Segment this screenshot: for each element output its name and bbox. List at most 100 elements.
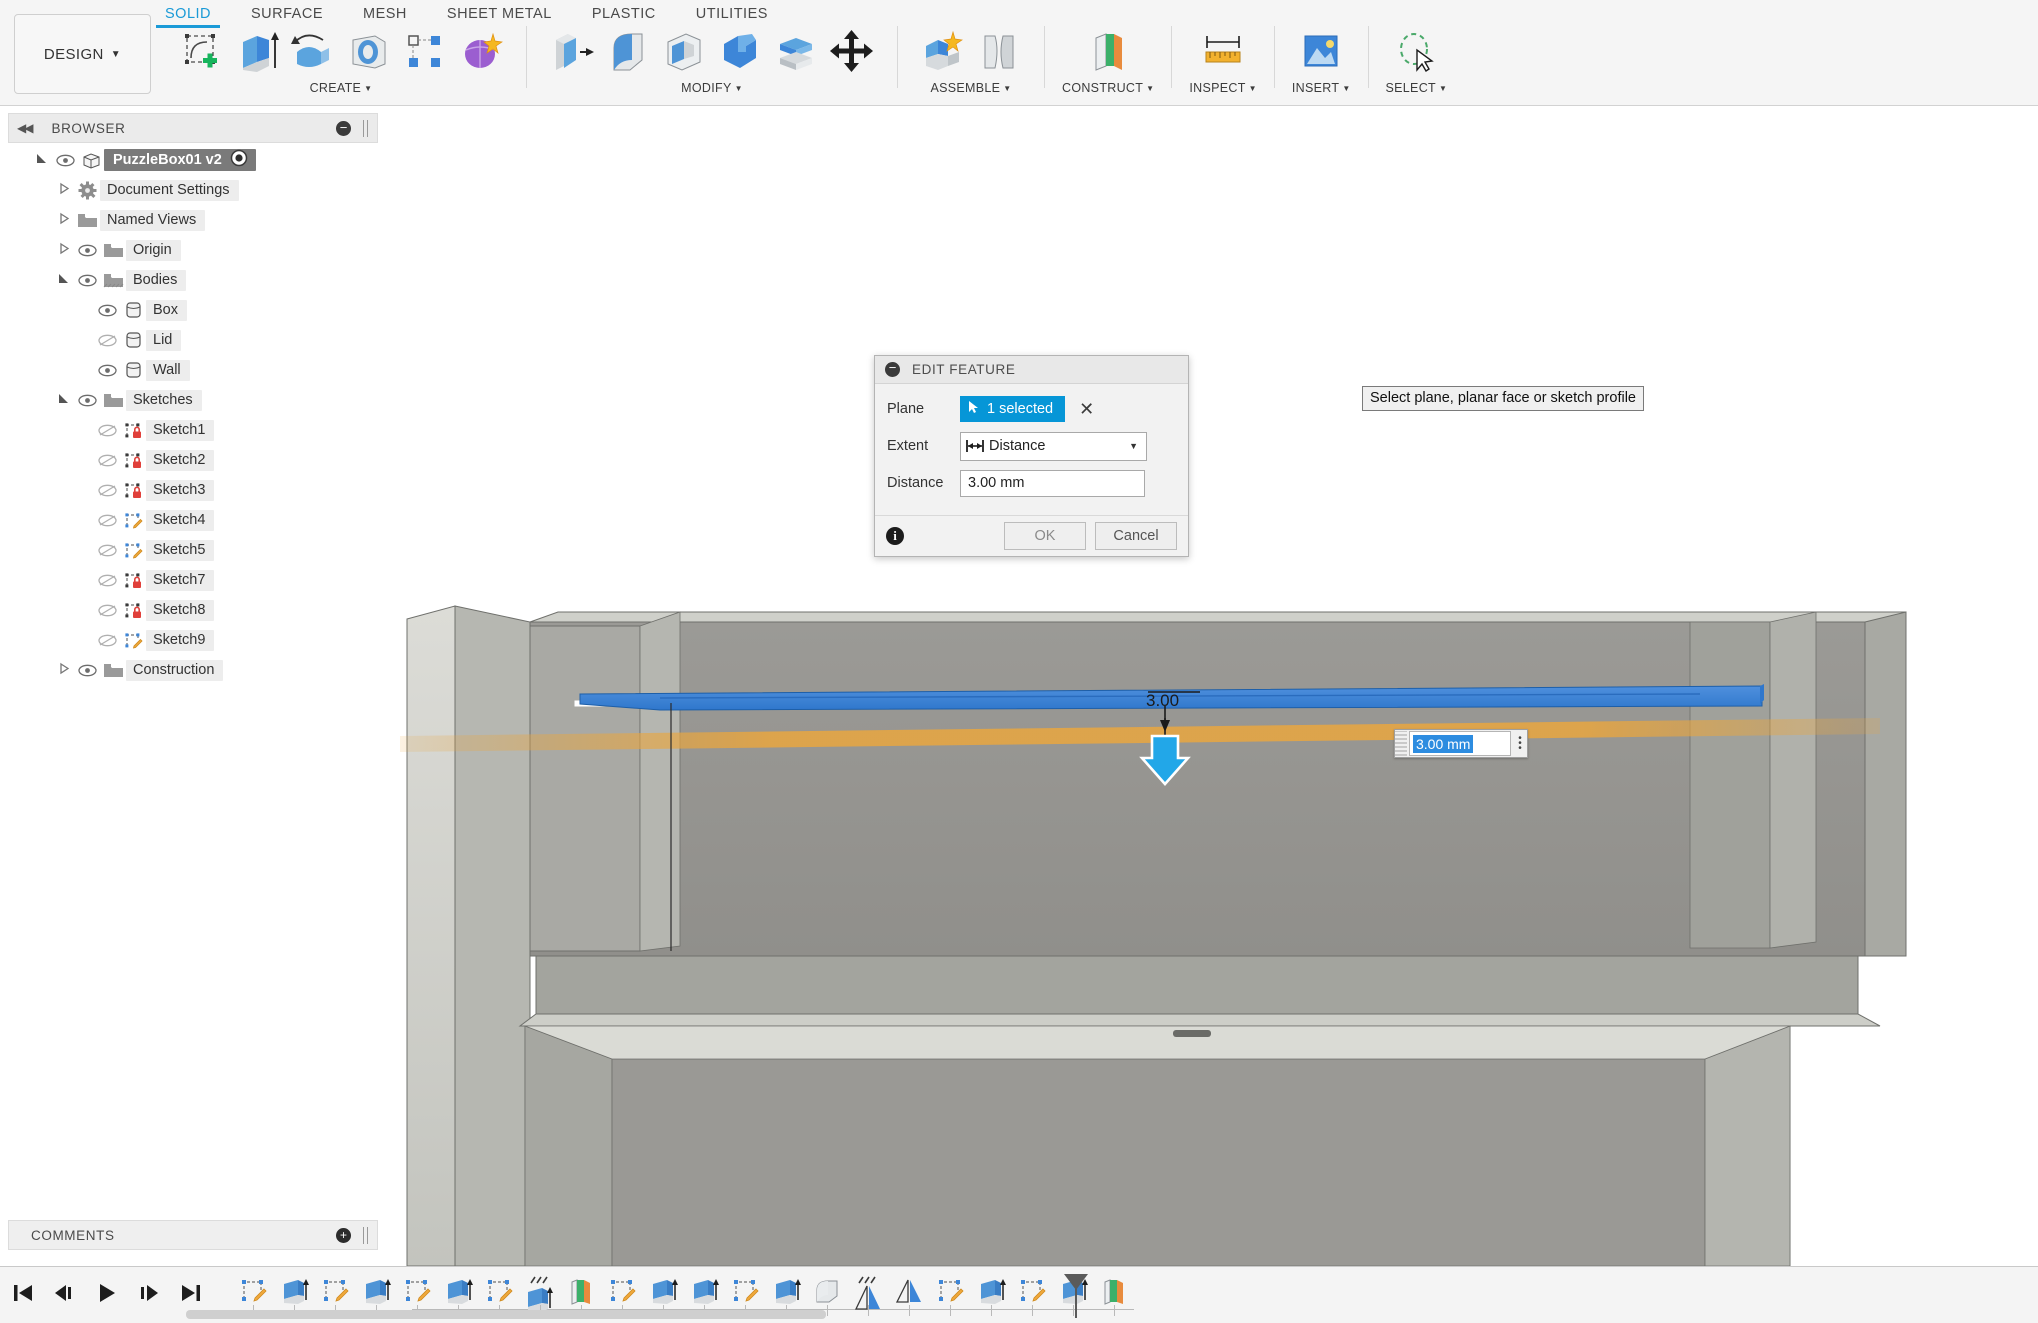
visibility-eye-icon[interactable]: [74, 244, 100, 257]
extrude-icon[interactable]: [231, 26, 283, 76]
create-sketch-icon[interactable]: [175, 26, 227, 76]
panel-resize-grip[interactable]: [363, 1227, 368, 1244]
tree-node-construction[interactable]: Construction: [8, 655, 376, 685]
twisty-expanded-icon[interactable]: [30, 152, 52, 168]
workspace-switcher-button[interactable]: DESIGN ▼: [14, 14, 151, 94]
visibility-eye-icon[interactable]: [94, 304, 120, 317]
close-x-icon[interactable]: ✕: [1079, 400, 1094, 418]
step-forward-icon[interactable]: [136, 1281, 162, 1310]
move-copy-icon[interactable]: [826, 26, 878, 76]
ribbon-group-create-label[interactable]: CREATE▼: [310, 81, 373, 95]
distance-input[interactable]: 3.00 mm: [960, 470, 1145, 497]
panel-resize-grip[interactable]: [363, 120, 368, 137]
tree-node-origin[interactable]: Origin: [8, 235, 376, 265]
tree-node-sketch9[interactable]: Sketch9: [8, 625, 376, 655]
tree-node-sketch3[interactable]: Sketch3: [8, 475, 376, 505]
select-lasso-icon[interactable]: [1390, 26, 1442, 76]
tab-utilities[interactable]: UTILITIES: [696, 6, 768, 22]
visibility-eye-hidden-icon[interactable]: [94, 424, 120, 437]
tree-node-sketch2[interactable]: Sketch2: [8, 445, 376, 475]
joint-icon[interactable]: [973, 26, 1025, 76]
visibility-eye-hidden-icon[interactable]: [94, 334, 120, 347]
comments-panel-header[interactable]: COMMENTS +: [8, 1220, 378, 1250]
tree-node-sketch1[interactable]: Sketch1: [8, 415, 376, 445]
tree-node-document-settings[interactable]: Document Settings: [8, 175, 376, 205]
tab-sheet-metal[interactable]: SHEET METAL: [447, 6, 552, 22]
new-component-icon[interactable]: [917, 26, 969, 76]
dialog-header[interactable]: − EDIT FEATURE: [875, 356, 1188, 384]
visibility-eye-icon[interactable]: [74, 274, 100, 287]
combine-icon[interactable]: [714, 26, 766, 76]
insert-image-icon[interactable]: [1295, 26, 1347, 76]
edit-feature-dialog[interactable]: − EDIT FEATURE Plane 1 selected ✕ Extent: [874, 355, 1189, 557]
model-lower-block[interactable]: [525, 1026, 1790, 1266]
tab-plastic[interactable]: PLASTIC: [592, 6, 656, 22]
tree-node-box[interactable]: Box: [8, 295, 376, 325]
play-icon[interactable]: [94, 1281, 120, 1310]
visibility-eye-hidden-icon[interactable]: [94, 454, 120, 467]
plane-selection-button[interactable]: 1 selected: [960, 396, 1065, 422]
ribbon-group-inspect-label[interactable]: INSPECT▼: [1189, 81, 1257, 95]
visibility-eye-hidden-icon[interactable]: [94, 514, 120, 527]
timeline-horizontal-scrollbar[interactable]: [186, 1310, 826, 1319]
activate-component-radio[interactable]: [230, 149, 248, 171]
double-left-chevron-icon[interactable]: ◀◀: [17, 121, 31, 135]
tree-node-sketch7[interactable]: Sketch7: [8, 565, 376, 595]
visibility-eye-hidden-icon[interactable]: [94, 574, 120, 587]
tree-node-sketches[interactable]: Sketches: [8, 385, 376, 415]
twisty-expanded-icon[interactable]: [52, 392, 74, 408]
pattern-icon[interactable]: [399, 26, 451, 76]
step-back-icon[interactable]: [52, 1281, 78, 1310]
visibility-eye-hidden-icon[interactable]: [94, 484, 120, 497]
form-icon[interactable]: [455, 26, 507, 76]
tree-node-puzzlebox01[interactable]: PuzzleBox01 v2: [8, 145, 376, 175]
minus-circle-icon[interactable]: −: [885, 362, 900, 377]
visibility-eye-icon[interactable]: [94, 364, 120, 377]
visibility-eye-hidden-icon[interactable]: [94, 634, 120, 647]
visibility-eye-hidden-icon[interactable]: [94, 544, 120, 557]
cancel-button[interactable]: Cancel: [1095, 522, 1177, 550]
tree-node-sketch4[interactable]: Sketch4: [8, 505, 376, 535]
tree-node-sketch8[interactable]: Sketch8: [8, 595, 376, 625]
ribbon-group-select-label[interactable]: SELECT▼: [1386, 81, 1448, 95]
chevron-down-icon[interactable]: ▼: [1129, 441, 1138, 451]
twisty-collapsed-icon[interactable]: [52, 662, 74, 678]
ribbon-group-modify-label[interactable]: MODIFY▼: [681, 81, 743, 95]
ribbon-group-assemble-label[interactable]: ASSEMBLE▼: [930, 81, 1011, 95]
model-mid-band[interactable]: [520, 956, 1880, 1026]
twisty-expanded-icon[interactable]: [52, 272, 74, 288]
minus-circle-icon[interactable]: −: [336, 121, 351, 136]
ribbon-group-construct-label[interactable]: CONSTRUCT▼: [1062, 81, 1154, 95]
tab-surface[interactable]: SURFACE: [251, 6, 323, 22]
twisty-collapsed-icon[interactable]: [52, 242, 74, 258]
go-to-beginning-icon[interactable]: [10, 1281, 36, 1310]
plus-circle-icon[interactable]: +: [336, 1228, 351, 1243]
dimension-options-icon[interactable]: •••: [1513, 736, 1527, 751]
ribbon-group-insert-label[interactable]: INSERT▼: [1292, 81, 1351, 95]
twisty-collapsed-icon[interactable]: [52, 212, 74, 228]
visibility-eye-hidden-icon[interactable]: [94, 604, 120, 617]
go-to-end-icon[interactable]: [178, 1281, 204, 1310]
twisty-collapsed-icon[interactable]: [52, 182, 74, 198]
model-upper-block[interactable]: [530, 612, 1906, 956]
visibility-eye-icon[interactable]: [74, 664, 100, 677]
press-pull-icon[interactable]: [546, 26, 598, 76]
tree-node-named-views[interactable]: Named Views: [8, 205, 376, 235]
tree-node-sketch5[interactable]: Sketch5: [8, 535, 376, 565]
shell-icon[interactable]: [658, 26, 710, 76]
tree-node-wall[interactable]: Wall: [8, 355, 376, 385]
offset-plane-icon[interactable]: [1082, 26, 1134, 76]
tab-mesh[interactable]: MESH: [363, 6, 407, 22]
drag-grip-icon[interactable]: [1395, 731, 1407, 756]
info-icon[interactable]: i: [886, 527, 904, 545]
measure-icon[interactable]: [1197, 26, 1249, 76]
ok-button[interactable]: OK: [1004, 522, 1086, 550]
revolve-icon[interactable]: [287, 26, 339, 76]
dimension-value-field[interactable]: 3.00 mm: [1409, 731, 1511, 756]
tree-node-bodies[interactable]: Bodies: [8, 265, 376, 295]
timeline-marker[interactable]: [1075, 1274, 1077, 1318]
model-left-wall[interactable]: [407, 606, 530, 1266]
visibility-eye-icon[interactable]: [74, 394, 100, 407]
visibility-eye-icon[interactable]: [52, 154, 78, 167]
tab-solid[interactable]: SOLID: [165, 6, 211, 22]
